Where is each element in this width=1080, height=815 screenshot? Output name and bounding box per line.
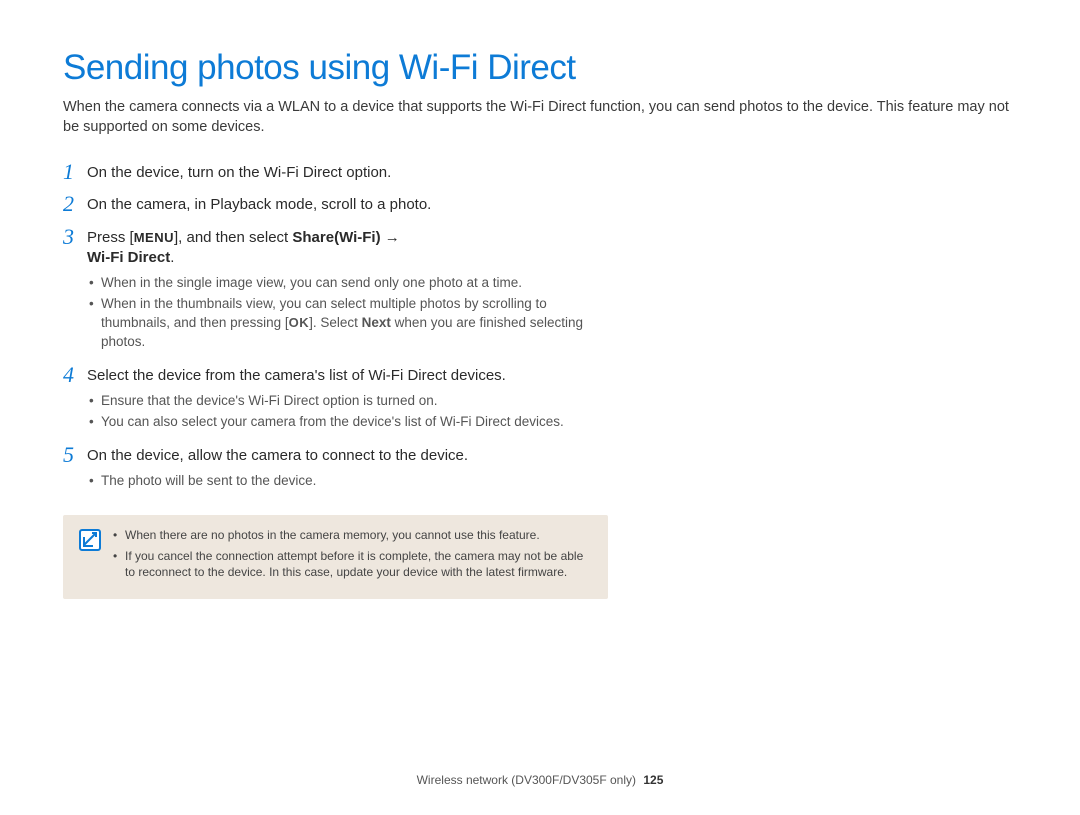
note-list: When there are no photos in the camera m… xyxy=(113,527,592,585)
step-number: 4 xyxy=(63,364,87,386)
step-text: On the device, allow the camera to conne… xyxy=(87,444,608,493)
list-item: When in the single image view, you can s… xyxy=(87,274,608,293)
step-4: 4 Select the device from the camera's li… xyxy=(63,364,608,434)
step-1: 1 On the device, turn on the Wi-Fi Direc… xyxy=(63,161,608,183)
share-wifi-label: Share(Wi-Fi) xyxy=(292,229,380,246)
ok-button-label: OK xyxy=(289,315,310,330)
text-fragment: ]. Select xyxy=(309,315,362,330)
intro-text: When the camera connects via a WLAN to a… xyxy=(63,98,1017,137)
step-number: 1 xyxy=(63,161,87,183)
step-text: On the device, turn on the Wi-Fi Direct … xyxy=(87,161,608,183)
steps-list: 1 On the device, turn on the Wi-Fi Direc… xyxy=(63,161,608,493)
step-5: 5 On the device, allow the camera to con… xyxy=(63,444,608,493)
text-fragment: . xyxy=(170,249,174,266)
step-4-bullets: Ensure that the device's Wi-Fi Direct op… xyxy=(87,392,608,432)
page-footer: Wireless network (DV300F/DV305F only) 12… xyxy=(0,773,1080,787)
step-number: 5 xyxy=(63,444,87,466)
list-item: You can also select your camera from the… xyxy=(87,413,608,432)
step-3: 3 Press [MENU], and then select Share(Wi… xyxy=(63,226,608,354)
step-text: Press [MENU], and then select Share(Wi-F… xyxy=(87,226,608,354)
page-number: 125 xyxy=(643,773,663,787)
step-3-bullets: When in the single image view, you can s… xyxy=(87,274,608,352)
step-text: Select the device from the camera's list… xyxy=(87,364,608,434)
list-item: When there are no photos in the camera m… xyxy=(113,527,592,544)
step-number: 3 xyxy=(63,226,87,248)
list-item: When in the thumbnails view, you can sel… xyxy=(87,295,608,352)
text-fragment: ], and then select xyxy=(174,229,292,246)
wifi-direct-label: Wi-Fi Direct xyxy=(87,249,170,266)
next-label: Next xyxy=(362,315,391,330)
arrow-glyph: → xyxy=(381,229,400,246)
step-number: 2 xyxy=(63,193,87,215)
step-2: 2 On the camera, in Playback mode, scrol… xyxy=(63,193,608,215)
footer-section: Wireless network (DV300F/DV305F only) xyxy=(417,773,636,787)
list-item: The photo will be sent to the device. xyxy=(87,472,608,491)
text-fragment: On the device, allow the camera to conne… xyxy=(87,447,468,464)
list-item: If you cancel the connection attempt bef… xyxy=(113,548,592,582)
menu-button-label: MENU xyxy=(134,230,174,245)
page-title: Sending photos using Wi-Fi Direct xyxy=(63,48,1017,88)
note-box: When there are no photos in the camera m… xyxy=(63,515,608,599)
list-item: Ensure that the device's Wi-Fi Direct op… xyxy=(87,392,608,411)
text-fragment: Select the device from the camera's list… xyxy=(87,367,506,384)
step-5-bullets: The photo will be sent to the device. xyxy=(87,472,608,491)
note-icon xyxy=(79,529,101,551)
text-fragment: Press [ xyxy=(87,229,134,246)
step-text: On the camera, in Playback mode, scroll … xyxy=(87,193,608,215)
